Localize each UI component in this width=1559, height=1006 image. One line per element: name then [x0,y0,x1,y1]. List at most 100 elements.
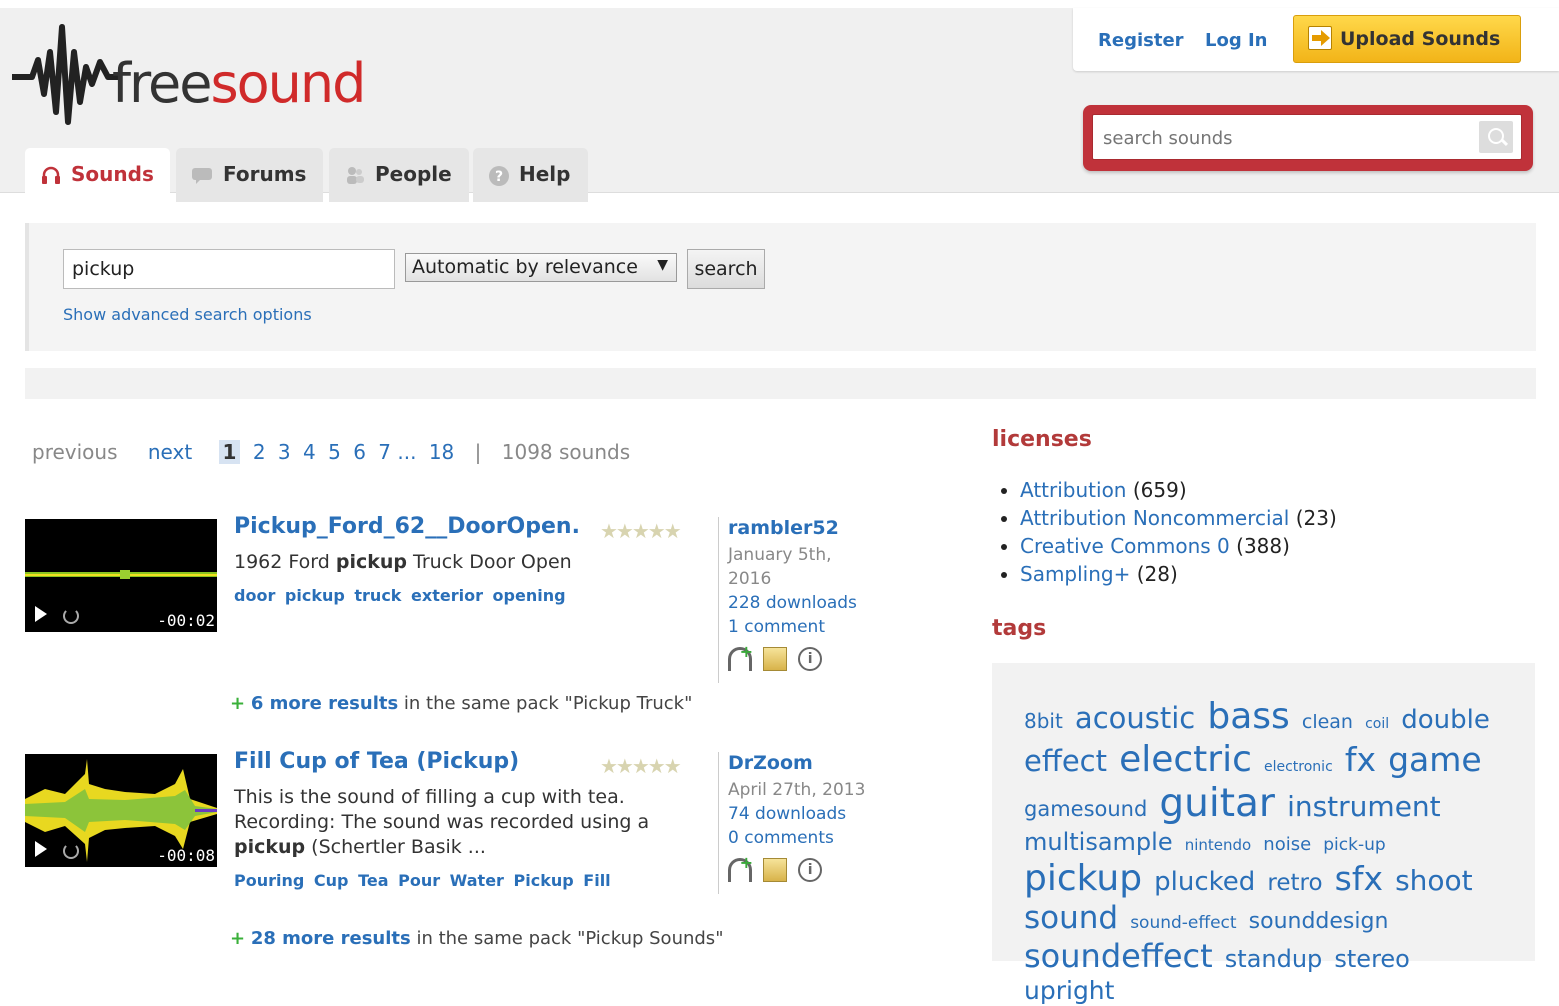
plus-icon: + [230,928,246,949]
loop-icon[interactable] [63,608,79,624]
tag-cloud-item[interactable]: gamesound [1024,797,1147,821]
tag-cloud-item[interactable]: sfx [1335,859,1383,898]
sound-title[interactable]: Pickup_Ford_62__DoorOpen. [234,514,580,539]
pager-page[interactable]: 3 [278,440,291,464]
pager-last[interactable]: 18 [429,440,454,464]
play-icon[interactable] [35,606,47,622]
more-results-link[interactable]: 6 more results [251,693,398,714]
tag-link[interactable]: opening [493,586,566,605]
freesound-logo[interactable]: freesound [12,22,412,132]
tag-cloud-item[interactable]: coil [1365,716,1389,732]
info-icon[interactable]: i [798,647,823,671]
tag-cloud-item[interactable]: acoustic [1075,701,1195,735]
sound-title[interactable]: Fill Cup of Tea (Pickup) [234,749,519,774]
sort-select[interactable]: Automatic by relevance ▼ [405,253,677,282]
desc-text: (Schertler Basik ... [305,836,486,858]
tag-link[interactable]: Pour [398,871,440,890]
advanced-search-link[interactable]: Show advanced search options [63,305,312,324]
tag-cloud-item[interactable]: clean [1302,711,1353,733]
tag-link[interactable]: pickup [285,586,345,605]
register-link[interactable]: Register [1098,30,1184,51]
tab-help[interactable]: ? Help [473,148,588,202]
tag-cloud-item[interactable]: stereo [1334,945,1409,973]
tag-cloud-item[interactable]: 8bit [1024,709,1063,733]
login-link[interactable]: Log In [1205,30,1268,51]
headphones-icon [42,166,60,184]
tag-link[interactable]: Cup [314,871,349,890]
tag-link[interactable]: Pickup [514,871,574,890]
tag-link[interactable]: exterior [411,586,483,605]
sound-player[interactable]: -00:02 [25,519,217,632]
tag-link[interactable]: Tea [358,871,388,890]
username-link[interactable]: rambler52 [728,517,839,539]
comments-link[interactable]: 1 comment [728,615,928,639]
license-link[interactable]: Sampling+ [1020,562,1130,586]
play-icon[interactable] [35,841,47,857]
license-count: (23) [1295,506,1337,530]
search-icon[interactable] [1479,121,1513,153]
pager-page[interactable]: 6 [353,440,366,464]
pager-page[interactable]: 4 [303,440,316,464]
tab-help-label: Help [519,162,571,186]
tag-cloud-item[interactable]: multisample [1024,828,1173,856]
tab-forums[interactable]: Forums [176,148,323,202]
tag-cloud-item[interactable]: double [1401,705,1490,735]
tag-cloud-item[interactable]: electric [1119,739,1252,780]
tag-cloud-item[interactable]: game [1388,740,1482,779]
tag-cloud-item[interactable]: pick-up [1323,835,1385,855]
tag-link[interactable]: Fill [583,871,610,890]
license-link[interactable]: Attribution Noncommercial [1020,506,1289,530]
tag-link[interactable]: door [234,586,275,605]
rating-stars-icon[interactable]: ★★★★★ [600,754,682,778]
tag-cloud-item[interactable]: sound [1024,900,1118,936]
license-link[interactable]: Creative Commons 0 [1020,534,1230,558]
more-results-link[interactable]: 28 more results [251,928,411,949]
rating-stars-icon[interactable]: ★★★★★ [600,519,682,543]
tag-cloud-item[interactable]: standup [1225,945,1323,973]
tag-cloud-item[interactable]: sound-effect [1130,913,1236,933]
comments-link[interactable]: 0 comments [728,826,928,850]
pager-page[interactable]: 5 [328,440,341,464]
logo-wordmark: freesound [112,52,366,115]
tag-link[interactable]: truck [354,586,401,605]
pack-icon[interactable] [763,647,788,671]
tag-cloud-item[interactable]: guitar [1159,781,1275,826]
pager-next[interactable]: next [148,440,192,464]
sound-player[interactable]: -00:08 [25,754,217,867]
username-link[interactable]: DrZoom [728,752,813,774]
tag-cloud-item[interactable]: nintendo [1185,836,1252,854]
tag-cloud-item[interactable]: plucked [1154,867,1255,897]
pager-page[interactable]: 2 [253,440,266,464]
tag-cloud-item[interactable]: instrument [1287,790,1441,823]
tag-cloud-item[interactable]: sounddesign [1249,909,1389,934]
tab-people[interactable]: People [329,148,469,202]
tag-cloud-item[interactable]: electronic [1264,759,1333,775]
tag-cloud-item[interactable]: effect [1024,744,1107,778]
tag-link[interactable]: Water [450,871,504,890]
search-button[interactable]: search [687,249,765,289]
tag-link[interactable]: Pouring [234,871,304,890]
tag-cloud-item[interactable]: pickup [1024,858,1142,899]
license-link[interactable]: Attribution [1020,478,1126,502]
plus-icon: + [230,693,246,714]
loop-icon[interactable] [63,843,79,859]
upload-sounds-button[interactable]: Upload Sounds [1293,15,1521,63]
tag-cloud-item[interactable]: upright [1024,976,1114,1005]
tag-cloud-item[interactable]: shoot [1395,864,1473,897]
tag-cloud-item[interactable]: fx [1345,740,1376,779]
tag-cloud-item[interactable]: bass [1207,696,1289,737]
downloads-link[interactable]: 228 downloads [728,591,928,615]
info-icon[interactable]: i [798,858,823,882]
tag-cloud-item[interactable]: soundeffect [1024,937,1213,975]
desc-text: 1962 Ford [234,551,336,573]
tab-sounds[interactable]: Sounds [25,148,170,202]
tag-cloud-item[interactable]: noise [1263,834,1311,855]
downloads-link[interactable]: 74 downloads [728,802,928,826]
pack-icon[interactable] [763,858,788,882]
bookmark-icon[interactable] [728,642,753,671]
pager-page[interactable]: 7 [378,440,391,464]
tag-cloud-item[interactable]: retro [1267,870,1322,896]
query-input[interactable] [63,249,395,289]
bookmark-icon[interactable] [728,853,753,882]
header-search-input[interactable] [1101,125,1475,151]
